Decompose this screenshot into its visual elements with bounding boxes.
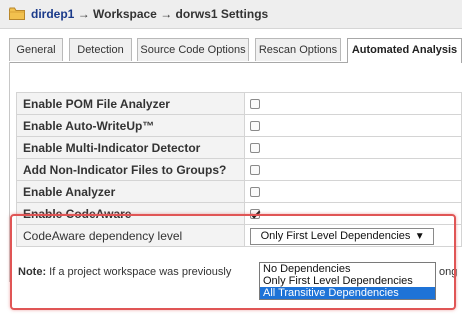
table-row: Enable POM File Analyzer [16, 92, 462, 115]
settings-table: Enable POM File Analyzer Enable Auto-Wri… [16, 92, 462, 247]
setting-label: Enable Multi-Indicator Detector [16, 136, 245, 159]
setting-label: Enable Auto-WriteUp™ [16, 114, 245, 137]
tab-detection[interactable]: Detection [69, 38, 132, 61]
tab-rescan-options[interactable]: Rescan Options [255, 38, 341, 61]
breadcrumb-separator: → [160, 7, 173, 21]
settings-tabbar: General Detection Source Code Options Re… [9, 38, 462, 63]
dependency-level-label: CodeAware dependency level [16, 224, 245, 247]
setting-control [243, 114, 462, 137]
folder-icon [9, 7, 25, 20]
table-row: Enable Auto-WriteUp™ [16, 114, 462, 137]
dropdown-option[interactable]: No Dependencies [260, 263, 435, 275]
enable-codeaware-checkbox[interactable] [249, 209, 260, 220]
breadcrumb-workspace-link[interactable]: Workspace [93, 7, 157, 21]
breadcrumb: dirdep1 → Workspace → dorws1 Settings [31, 7, 268, 21]
setting-label: Enable CodeAware [16, 202, 245, 225]
setting-control [243, 136, 462, 159]
setting-label: Add Non-Indicator Files to Groups? [16, 158, 245, 181]
dependency-level-select[interactable]: Only First Level Dependencies ▼ [249, 228, 434, 245]
setting-label: Enable POM File Analyzer [16, 92, 245, 115]
setting-control [243, 180, 462, 203]
table-row: Enable CodeAware [16, 202, 462, 225]
enable-multi-indicator-checkbox[interactable] [249, 143, 260, 154]
note-label: Note: [18, 266, 47, 278]
tab-general[interactable]: General [9, 38, 63, 61]
breadcrumb-project-link[interactable]: dirdep1 [31, 7, 74, 21]
tab-source-code-options[interactable]: Source Code Options [137, 38, 249, 61]
setting-control [243, 92, 462, 115]
tab-automated-analysis[interactable]: Automated Analysis [347, 38, 462, 63]
note-body-tail: ongly [439, 266, 458, 278]
setting-control [243, 158, 462, 181]
setting-control [243, 202, 462, 225]
table-row: Enable Analyzer [16, 180, 462, 203]
dependency-level-dropdown: No Dependencies Only First Level Depende… [259, 262, 436, 300]
setting-label: Enable Analyzer [16, 180, 245, 203]
breadcrumb-current-page: dorws1 Settings [175, 7, 269, 21]
table-row: CodeAware dependency level Only First Le… [16, 224, 462, 247]
enable-pom-analyzer-checkbox[interactable] [249, 99, 260, 110]
dropdown-option-highlighted[interactable]: All Transitive Dependencies [260, 287, 435, 299]
breadcrumb-separator: → [77, 7, 90, 21]
setting-control: Only First Level Dependencies ▼ [243, 224, 462, 247]
note-body: If a project workspace was previously [49, 266, 232, 278]
enable-analyzer-checkbox[interactable] [249, 187, 260, 198]
table-row: Enable Multi-Indicator Detector [16, 136, 462, 159]
dropdown-option[interactable]: Only First Level Dependencies [260, 275, 435, 287]
page-header: dirdep1 → Workspace → dorws1 Settings [0, 0, 462, 29]
add-non-indicator-files-checkbox[interactable] [249, 165, 260, 176]
table-row: Add Non-Indicator Files to Groups? [16, 158, 462, 181]
chevron-down-icon: ▼ [414, 231, 425, 242]
dependency-level-selected-value: Only First Level Dependencies [260, 230, 411, 242]
enable-auto-writeup-checkbox[interactable] [249, 121, 260, 132]
